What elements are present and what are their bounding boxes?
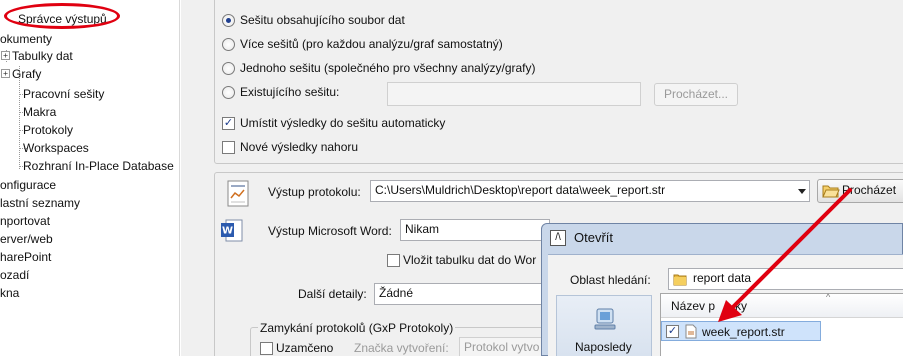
expand-grafy-icon[interactable]: + — [1, 69, 10, 78]
tree-item-custom-lists[interactable]: lastní seznamy — [0, 195, 80, 211]
expand-tabulky-icon[interactable]: + — [1, 51, 10, 60]
recent-places-icon[interactable] — [591, 306, 619, 332]
word-output-select[interactable]: Nikam — [400, 219, 550, 241]
chevron-down-icon[interactable] — [798, 189, 806, 194]
column-header-name[interactable]: Název p ky ^ — [661, 292, 903, 318]
embed-table-label: Vložit tabulku dat do Wor — [403, 253, 537, 267]
creation-mark-label: Značka vytvoření: — [354, 341, 449, 355]
dialog-title: Otevřít — [574, 230, 614, 245]
word-document-icon: W — [221, 219, 243, 242]
report-output-label: Výstup protokolu: — [268, 185, 361, 199]
word-output-label: Výstup Microsoft Word: — [268, 224, 392, 238]
tree-item-in-place-database[interactable]: Rozhraní In-Place Database — [23, 158, 174, 174]
open-file-dialog: /\ Otevřít Oblast hledání: report data N… — [541, 223, 903, 356]
creation-mark-input[interactable]: Protokol vytvo — [459, 337, 547, 356]
locked-label: Uzamčeno — [276, 341, 334, 355]
radio-label: Sešitu obsahujícího soubor dat — [240, 13, 405, 27]
checkbox-auto-place[interactable]: ✓ — [222, 117, 235, 130]
radio-label: Jednoho sešitu (společného pro všechny a… — [240, 61, 536, 75]
radio-multiple-workbooks[interactable] — [222, 38, 235, 51]
checkbox-embed-table[interactable] — [387, 254, 400, 267]
recent-places-label[interactable]: Naposledy — [575, 340, 632, 354]
folder-icon — [673, 274, 687, 286]
tree-item-workspaces[interactable]: Workspaces — [23, 140, 89, 156]
report-document-icon — [227, 180, 249, 207]
look-in-value: report data — [693, 271, 752, 285]
tree-item-windows[interactable]: kna — [0, 285, 19, 301]
look-in-select[interactable]: report data — [668, 268, 903, 290]
radio-dataset-workbook[interactable] — [222, 14, 235, 27]
file-row[interactable]: ✓ week_report.str — [661, 321, 821, 341]
file-list: Název p ky ^ ✓ week_report.str — [660, 292, 903, 356]
annotation-oval — [4, 3, 120, 29]
report-lock-group-label: Zamykání protokolů (GxP Protokoly) — [258, 321, 456, 335]
details-select[interactable]: Žádné — [374, 283, 554, 305]
file-name: week_report.str — [702, 325, 785, 339]
tree-item-background[interactable]: ozadí — [0, 267, 29, 283]
radio-label: Více sešitů (pro každou analýzu/graf sam… — [240, 37, 503, 51]
app-icon: /\ — [550, 230, 566, 246]
svg-text:W: W — [222, 226, 233, 237]
options-tree: Správce výstupů okumenty + Tabulky dat +… — [0, 0, 180, 356]
tree-item-tabulky-dat[interactable]: Tabulky dat — [12, 48, 73, 64]
tree-item-protokoly[interactable]: Protokoly — [23, 122, 73, 138]
checkbox-label: Umístit výsledky do sešitu automaticky — [240, 116, 446, 130]
places-bar: Naposledy — [556, 295, 652, 356]
existing-workbook-input[interactable] — [387, 82, 641, 106]
tree-item-import[interactable]: nportovat — [0, 213, 50, 229]
tree-item-server-web[interactable]: erver/web — [0, 231, 53, 247]
browse-report-label: Procházet — [842, 183, 897, 197]
column-name-label-tail: ky — [735, 299, 747, 313]
sort-ascending-icon: ^ — [826, 292, 831, 302]
file-icon — [685, 324, 697, 339]
tree-item-makra[interactable]: Makra — [23, 104, 56, 120]
tree-item-documents[interactable]: okumenty — [0, 31, 52, 47]
checkbox-locked[interactable] — [260, 342, 273, 355]
radio-existing-workbook[interactable] — [222, 86, 235, 99]
tree-item-pracovni-sesity[interactable]: Pracovní sešity — [23, 86, 104, 102]
open-folder-icon — [822, 185, 840, 198]
file-row-checkbox[interactable]: ✓ — [666, 325, 679, 338]
column-name-label: Název p — [671, 299, 716, 313]
checkbox-new-results-top[interactable] — [222, 141, 235, 154]
tree-item-sharepoint[interactable]: harePoint — [0, 249, 51, 265]
browse-existing-button[interactable]: Procházet... — [654, 83, 738, 106]
tree-item-grafy[interactable]: Grafy — [12, 66, 41, 82]
radio-single-workbook[interactable] — [222, 62, 235, 75]
checkbox-label: Nové výsledky nahoru — [240, 140, 359, 154]
dialog-body: Oblast hledání: report data Naposledy Ná… — [548, 254, 903, 356]
radio-label: Existujícího sešitu: — [240, 85, 340, 99]
tree-item-configuration[interactable]: onfigurace — [0, 177, 56, 193]
details-label: Další detaily: — [298, 287, 367, 301]
report-output-path[interactable]: C:\Users\Muldrich\Desktop\report data\we… — [370, 180, 810, 202]
look-in-label: Oblast hledání: — [570, 273, 651, 287]
